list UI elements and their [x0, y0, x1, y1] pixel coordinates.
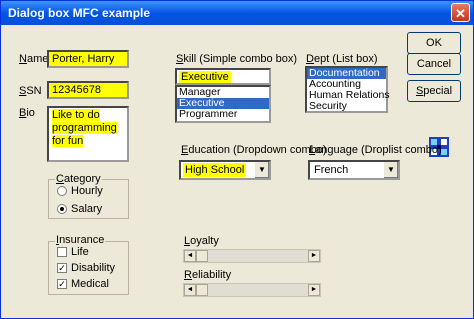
- title-bar[interactable]: Dialog box MFC example ✕: [1, 1, 473, 25]
- left-arrow-icon[interactable]: ◄: [184, 284, 196, 296]
- language-value: French: [314, 164, 349, 176]
- close-icon: ✕: [455, 6, 466, 21]
- language-label: Language (Droplist combo): [309, 144, 442, 156]
- close-button[interactable]: ✕: [451, 3, 470, 22]
- life-checkbox[interactable]: [57, 247, 67, 257]
- window-title: Dialog box MFC example: [8, 6, 151, 20]
- bio-label: Bio: [19, 107, 35, 119]
- skill-list[interactable]: Manager Executive Programmer: [175, 85, 271, 123]
- special-button-label: pecial: [423, 85, 453, 97]
- ok-button[interactable]: OK: [407, 32, 461, 54]
- chevron-down-icon[interactable]: ▼: [254, 162, 269, 178]
- name-field[interactable]: Porter, Harry: [47, 50, 129, 68]
- ssn-field[interactable]: 12345678: [47, 81, 129, 99]
- reliability-label: Reliability: [184, 269, 232, 281]
- skill-input[interactable]: Executive: [175, 68, 271, 85]
- bio-field[interactable]: Like to do programming for fun: [47, 106, 129, 162]
- ssn-label: SSN: [19, 85, 42, 97]
- skill-label: Skill (Simple combo box): [176, 53, 298, 65]
- category-title: Category: [55, 173, 102, 185]
- cancel-button[interactable]: Cancel: [407, 53, 461, 75]
- dept-list[interactable]: Documentation Accounting Human Relations Se…: [305, 66, 390, 113]
- insurance-title: Insurance: [55, 234, 106, 246]
- medical-label: Medical: [71, 278, 109, 290]
- hourly-radio[interactable]: [57, 186, 67, 196]
- education-combo[interactable]: High School ▼: [179, 160, 271, 180]
- name-value: Porter, Harry: [52, 53, 115, 65]
- dept-label: Dept (List box): [306, 53, 378, 65]
- reliability-thumb[interactable]: [196, 284, 208, 296]
- left-arrow-icon[interactable]: ◄: [184, 250, 196, 262]
- skill-value: Executive: [179, 71, 231, 83]
- disability-label: Disability: [71, 262, 116, 274]
- ssn-value: 12345678: [52, 84, 101, 96]
- language-combo[interactable]: French ▼: [308, 160, 400, 180]
- bio-value: Like to do programming for fun: [52, 109, 117, 147]
- salary-label: Salary: [71, 203, 103, 215]
- loyalty-thumb[interactable]: [196, 250, 208, 262]
- dialog-window: Dialog box MFC example ✕ Name Porter, Ha…: [0, 0, 474, 319]
- salary-radio[interactable]: [57, 204, 67, 214]
- loyalty-label: Loyalty: [184, 235, 219, 247]
- name-label: Name: [19, 53, 49, 65]
- medical-checkbox[interactable]: ✓: [57, 279, 67, 289]
- right-arrow-icon[interactable]: ►: [308, 284, 320, 296]
- chevron-down-icon[interactable]: ▼: [383, 162, 398, 178]
- education-value: High School: [183, 163, 247, 177]
- right-arrow-icon[interactable]: ►: [308, 250, 320, 262]
- reliability-slider[interactable]: ◄ ►: [183, 283, 321, 297]
- disability-checkbox[interactable]: ✓: [57, 263, 67, 273]
- dept-list-item[interactable]: Security: [307, 101, 386, 112]
- hourly-label: Hourly: [71, 185, 103, 197]
- life-label: Life: [71, 246, 89, 258]
- skill-list-item[interactable]: Programmer: [177, 109, 269, 120]
- special-button[interactable]: Special: [407, 80, 461, 102]
- loyalty-slider[interactable]: ◄ ►: [183, 249, 321, 263]
- education-label: Education (Dropdown combo): [181, 144, 327, 156]
